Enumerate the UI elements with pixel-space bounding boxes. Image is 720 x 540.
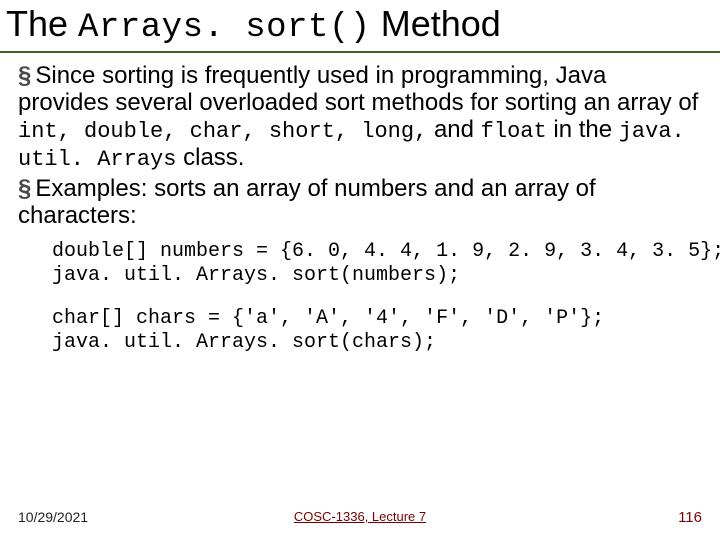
footer-page: 116 <box>678 509 702 526</box>
footer-center: COSC-1336, Lecture 7 <box>294 509 426 524</box>
paragraph-2: §Examples: sorts an array of numbers and… <box>18 176 702 230</box>
code-line: char[] chars = {'a', 'A', '4', 'F', 'D',… <box>52 307 604 330</box>
title-code: Arrays. sort() <box>78 9 371 47</box>
title-rule <box>0 51 720 53</box>
slide: The Arrays. sort() Method §Since sorting… <box>0 0 720 540</box>
footer: 10/29/2021 COSC-1336, Lecture 7 116 <box>0 509 720 526</box>
p2-seg1: Examples: sorts an array of numbers and … <box>18 175 596 229</box>
body: §Since sorting is frequently used in pro… <box>0 63 720 354</box>
p1-seg4: class. <box>176 144 244 171</box>
code-line: double[] numbers = {6. 0, 4. 4, 1. 9, 2.… <box>52 240 720 263</box>
title-pre: The <box>6 3 78 44</box>
paragraph-1: §Since sorting is frequently used in pro… <box>18 63 702 172</box>
p1-seg1: Since sorting is frequently used in prog… <box>18 62 698 116</box>
p1-seg3: in the <box>547 116 619 143</box>
title-post: Method <box>371 3 501 44</box>
slide-title: The Arrays. sort() Method <box>6 4 714 47</box>
code-line: java. util. Arrays. sort(chars); <box>52 331 436 354</box>
p1-code2: float <box>481 119 547 144</box>
p1-seg2: and <box>427 116 480 143</box>
p1-code1: int, double, char, short, long, <box>18 119 427 144</box>
bullet-icon: § <box>18 62 31 89</box>
code-line: java. util. Arrays. sort(numbers); <box>52 264 460 287</box>
code-block: double[] numbers = {6. 0, 4. 4, 1. 9, 2.… <box>18 234 702 354</box>
bullet-icon: § <box>18 175 31 202</box>
code-gap <box>52 287 702 307</box>
footer-date: 10/29/2021 <box>18 509 88 525</box>
title-row: The Arrays. sort() Method <box>0 0 720 49</box>
